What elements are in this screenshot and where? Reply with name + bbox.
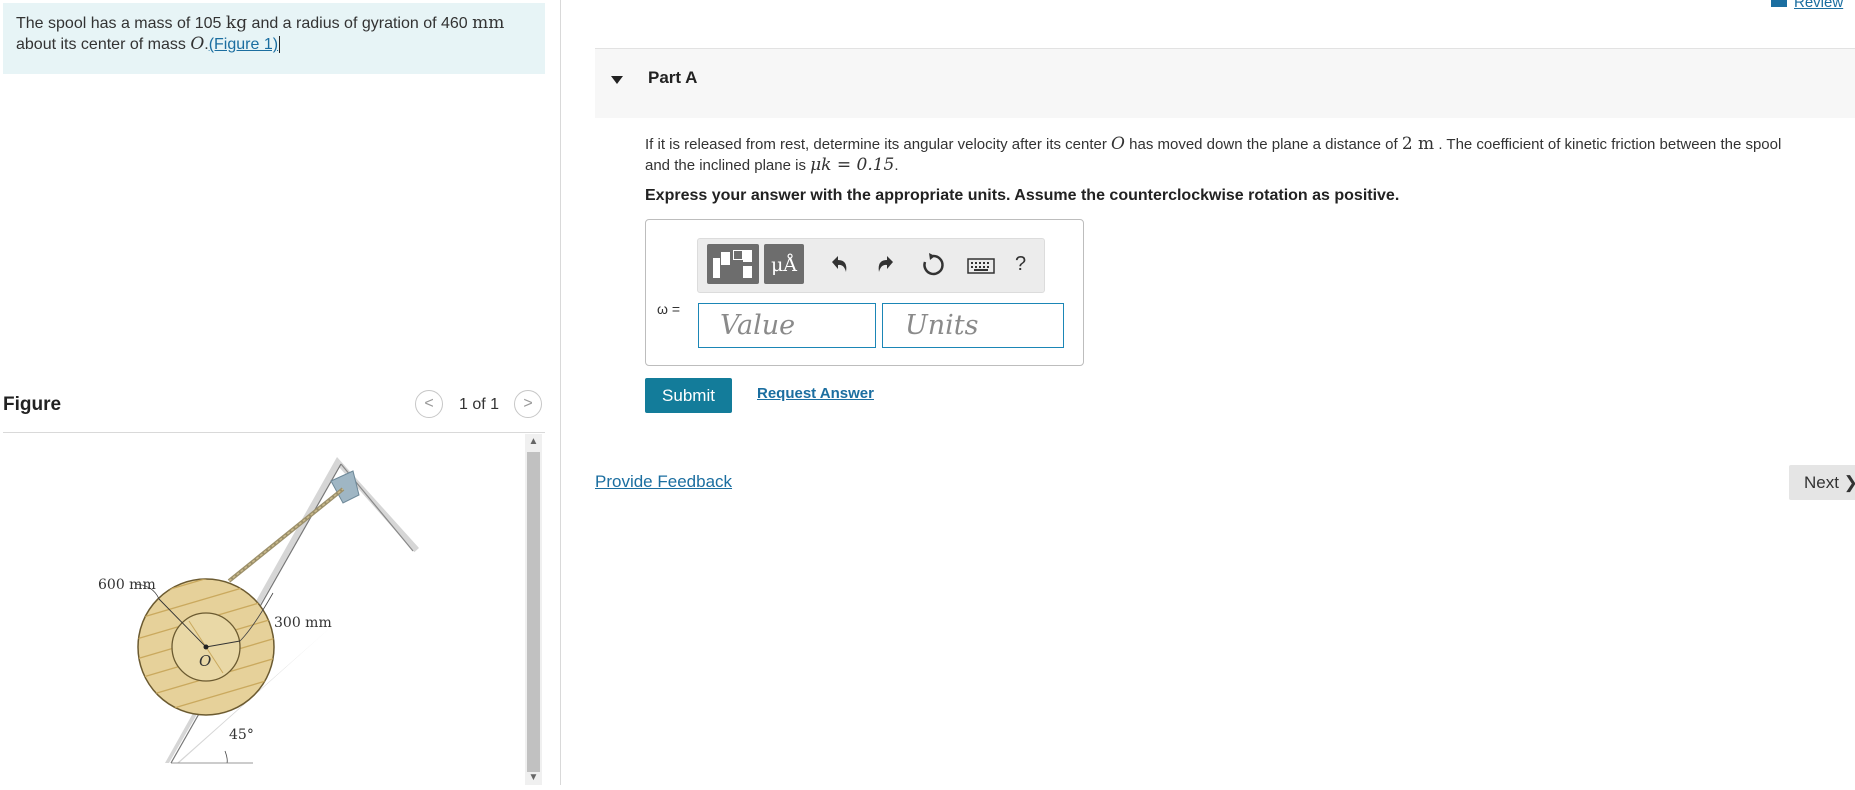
reset-icon[interactable] [916, 248, 950, 282]
problem-text-1: The spool has a mass of 105 [16, 15, 226, 32]
figure-counter: 1 of 1 [459, 396, 500, 413]
column-divider [560, 0, 561, 785]
help-icon[interactable]: ? [1015, 253, 1026, 276]
angle-label: 45° [229, 727, 254, 743]
answer-box: μÅ ? ω = [645, 219, 1084, 366]
figure-link[interactable]: (Figure 1) [209, 36, 278, 53]
request-answer-link[interactable]: Request Answer [757, 385, 874, 402]
omega-label: ω = [657, 301, 680, 317]
figure-scrollbar[interactable]: ▲ ▼ [525, 434, 542, 785]
units-button[interactable]: μÅ [764, 244, 804, 284]
outer-radius-label: 600 mm [98, 577, 156, 593]
mass-unit: kg [225, 13, 248, 33]
next-button[interactable]: Next ❯ [1789, 465, 1855, 500]
text-cursor [279, 36, 281, 54]
friction-coefficient: μk = 0.15 [810, 155, 895, 175]
next-figure-button[interactable]: > [514, 390, 542, 418]
center-symbol: O [190, 34, 205, 54]
answer-instruction: Express your answer with the appropriate… [645, 187, 1400, 204]
previous-figure-button[interactable]: < [415, 390, 443, 418]
question-text-1: If it is released from rest, determine i… [645, 136, 1112, 153]
problem-text-3: about its center of mass [16, 36, 191, 53]
question-end: . [894, 157, 899, 174]
center-dot [203, 644, 209, 650]
question-text: If it is released from rest, determine i… [645, 134, 1855, 176]
figure-header: Figure < 1 of 1 > [3, 390, 545, 433]
distance-value: 2 m [1401, 134, 1435, 154]
undo-icon[interactable] [822, 248, 856, 282]
redo-icon[interactable] [869, 248, 903, 282]
value-input[interactable] [698, 303, 876, 348]
problem-text-2: and a radius of gyration of 460 [247, 15, 473, 32]
scroll-down-icon[interactable]: ▼ [525, 772, 542, 784]
review-label: Review [1794, 0, 1844, 11]
chevron-left-icon: < [424, 395, 434, 412]
problem-statement: The spool has a mass of 105 kg and a rad… [16, 13, 536, 55]
spool-diagram: 600 mm 300 mm O 45° [98, 457, 419, 764]
question-text-3: . The coefficient of kinetic friction be… [1434, 136, 1782, 153]
collapse-caret-icon[interactable] [611, 76, 623, 84]
center-label: O [199, 652, 211, 670]
submit-button[interactable]: Submit [645, 378, 732, 413]
figure-title: Figure [3, 394, 62, 415]
scroll-up-icon[interactable]: ▲ [525, 436, 542, 448]
math-toolbar: μÅ ? [697, 238, 1045, 293]
question-center-symbol: O [1111, 134, 1125, 154]
part-a-header[interactable] [595, 49, 1855, 118]
scroll-thumb[interactable] [527, 452, 540, 772]
length-unit: mm [472, 13, 505, 33]
part-title: Part A [648, 68, 698, 87]
review-link[interactable]: Review [1770, 0, 1843, 11]
question-text-4: and the inclined plane is [645, 157, 811, 174]
figure-image: 600 mm 300 mm O 45° [3, 433, 523, 785]
inner-radius-label: 300 mm [274, 615, 332, 631]
keyboard-icon[interactable] [964, 248, 998, 282]
provide-feedback-link[interactable]: Provide Feedback [595, 472, 732, 492]
chevron-right-icon: > [523, 395, 533, 412]
templates-button[interactable] [707, 244, 759, 284]
left-panel: The spool has a mass of 105 kg and a rad… [0, 0, 560, 785]
angle-arc [224, 750, 228, 764]
question-text-2: has moved down the plane a distance of [1124, 136, 1402, 153]
units-input[interactable] [882, 303, 1064, 348]
